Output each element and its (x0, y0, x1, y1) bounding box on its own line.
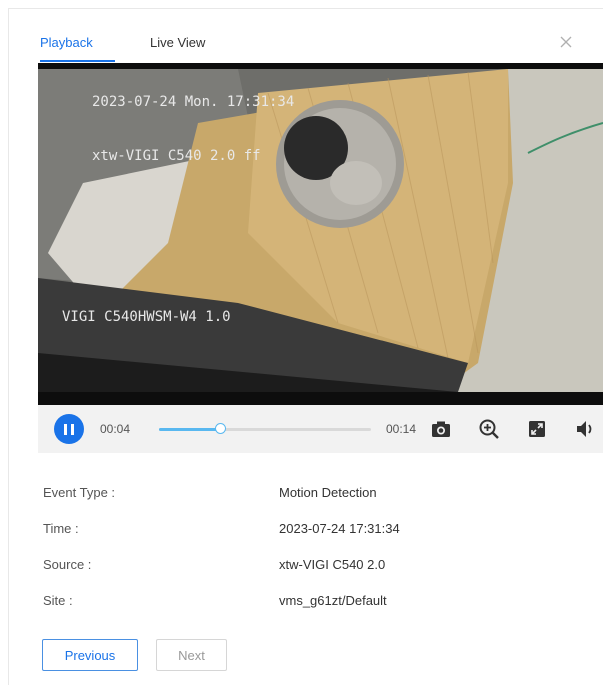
current-time: 00:04 (100, 422, 131, 436)
pause-icon (64, 424, 67, 435)
progress-fill (159, 428, 221, 431)
overlay-model: VIGI C540HWSM-W4 1.0 (62, 309, 231, 325)
total-time: 00:14 (386, 422, 417, 436)
previous-button[interactable]: Previous (42, 639, 138, 671)
fullscreen-icon[interactable] (526, 418, 548, 440)
progress-thumb[interactable] (214, 423, 226, 434)
overlay-device: xtw-VIGI C540 2.0 ff (92, 148, 261, 164)
detail-row-source: Source : xtw-VIGI C540 2.0 (34, 557, 594, 593)
site-label: Site : (43, 593, 73, 608)
tab-bar: Playback Live View (9, 9, 603, 62)
event-type-value: Motion Detection (279, 485, 377, 500)
detail-row-time: Time : 2023-07-24 17:31:34 (34, 521, 594, 557)
time-label: Time : (43, 521, 79, 536)
site-value: vms_g61zt/Default (279, 593, 387, 608)
event-detail-panel: Playback Live View 2023-07-24 Mon. 17:31… (8, 8, 603, 685)
playback-controls: 00:04 00:14 (38, 405, 603, 453)
volume-icon[interactable] (574, 418, 596, 440)
time-value: 2023-07-24 17:31:34 (279, 521, 400, 536)
detail-row-event-type: Event Type : Motion Detection (34, 485, 594, 521)
tab-playback[interactable]: Playback (40, 35, 93, 50)
video-player[interactable]: 2023-07-24 Mon. 17:31:34 xtw-VIGI C540 2… (38, 63, 603, 405)
close-icon[interactable] (559, 35, 573, 49)
next-button[interactable]: Next (156, 639, 227, 671)
source-value: xtw-VIGI C540 2.0 (279, 557, 386, 572)
progress-slider[interactable] (159, 423, 371, 434)
overlay-datetime: 2023-07-24 Mon. 17:31:34 (92, 94, 294, 110)
camera-frame: 2023-07-24 Mon. 17:31:34 xtw-VIGI C540 2… (38, 63, 603, 405)
source-label: Source : (43, 557, 92, 572)
active-tab-indicator (40, 60, 115, 62)
event-details: Event Type : Motion Detection Time : 202… (34, 485, 594, 629)
detail-row-site: Site : vms_g61zt/Default (34, 593, 594, 629)
zoom-in-icon[interactable] (478, 418, 500, 440)
snapshot-icon[interactable] (430, 418, 452, 440)
pause-button[interactable] (54, 414, 84, 444)
pause-icon-bar (71, 424, 74, 435)
tab-live-view[interactable]: Live View (150, 35, 205, 50)
event-type-label: Event Type : (43, 485, 116, 500)
